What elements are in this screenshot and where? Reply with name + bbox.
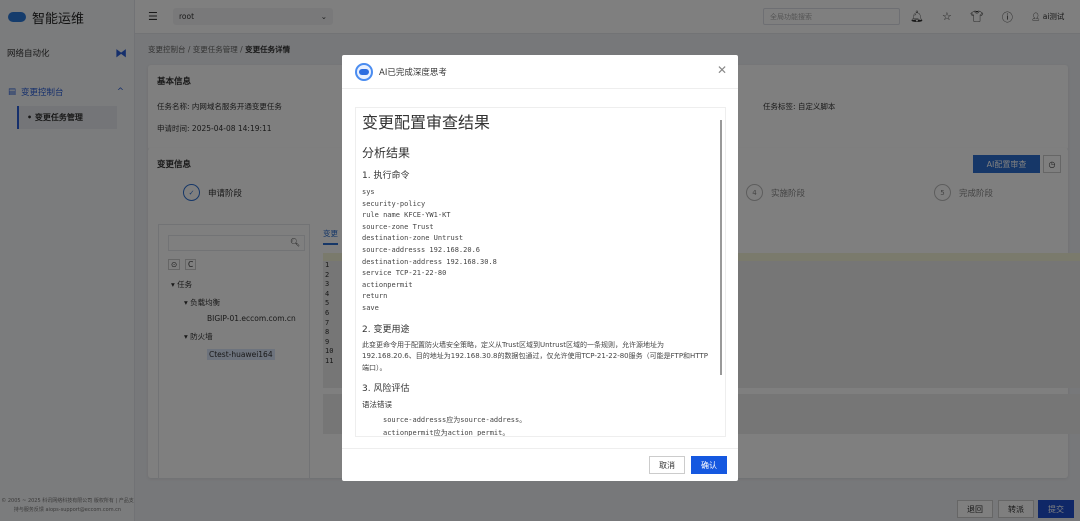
result-heading: 变更配置审查结果	[362, 113, 491, 132]
error-item: actionpermit应为action permit。	[383, 429, 510, 437]
syntax-error-title: 语法错误	[362, 400, 392, 410]
purpose-text: 此变更命令用于配置防火墙安全策略，定义从Trust区域到Untrust区域的一条…	[362, 340, 708, 372]
commands-block: sys security-policy rule name KFCE-YW1-K…	[362, 188, 497, 312]
cancel-button[interactable]: 取消	[649, 456, 685, 474]
ai-review-dialog: AI已完成深度思考 ✕ 变更配置审查结果 分析结果 1. 执行命令 sys se…	[342, 55, 738, 481]
confirm-button[interactable]: 确认	[691, 456, 727, 474]
section-commands: 1. 执行命令	[362, 171, 410, 181]
section-purpose: 2. 变更用途	[362, 324, 410, 335]
error-item: source-addresss应为source-address。	[383, 416, 527, 425]
ai-robot-icon	[355, 62, 373, 81]
section-risk: 3. 风险评估	[362, 384, 410, 395]
dialog-title: AI已完成深度思考	[379, 67, 447, 78]
close-icon[interactable]: ✕	[717, 63, 727, 77]
review-content: 变更配置审查结果 分析结果 1. 执行命令 sys security-polic…	[355, 107, 726, 437]
scrollbar[interactable]	[720, 120, 722, 375]
analysis-heading: 分析结果	[362, 146, 411, 160]
